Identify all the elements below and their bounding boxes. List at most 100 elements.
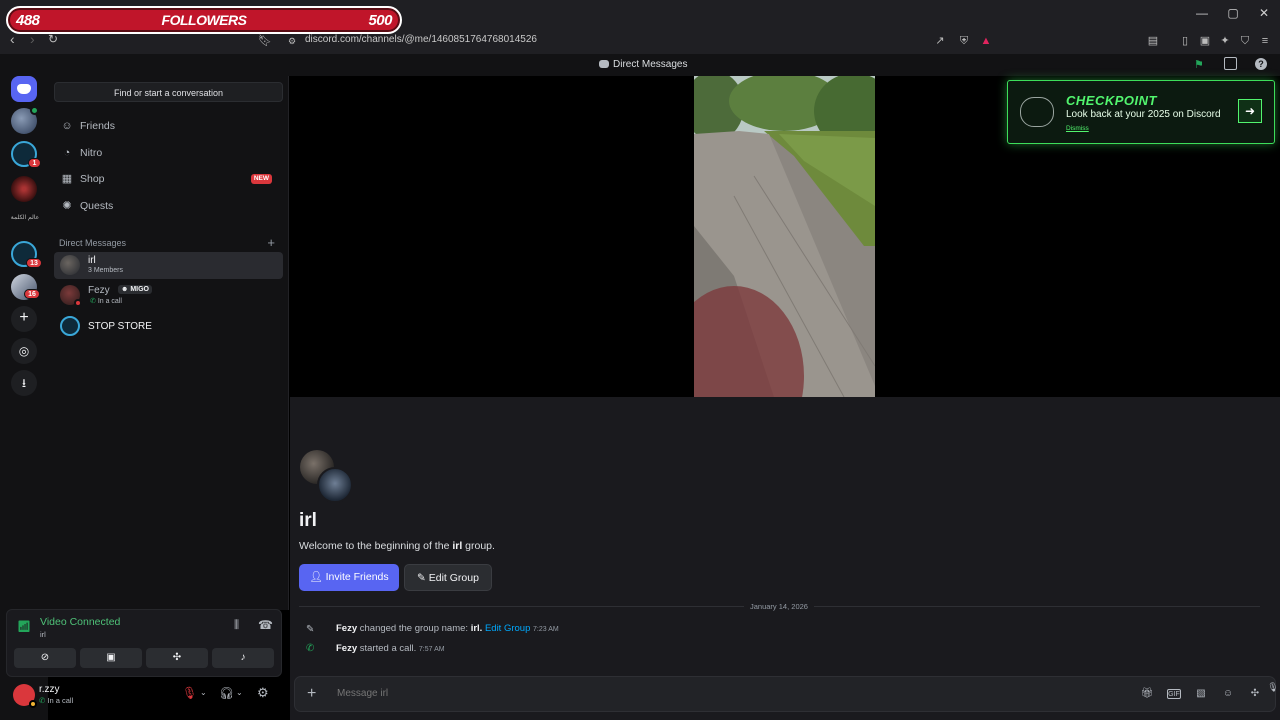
message-timestamp: 7:23 AM — [533, 626, 559, 633]
nitro-icon: ◔ — [63, 147, 71, 159]
add-user-icon: 👤︎ — [309, 571, 326, 583]
mic-icon[interactable]: 🎙︎ — [1266, 680, 1280, 694]
wallet-icon[interactable]: ▣ — [1197, 33, 1213, 49]
reload-icon[interactable]: ↻ — [48, 32, 58, 46]
server-icon-1[interactable] — [11, 106, 39, 134]
flag-icon[interactable]: ⚑ — [1194, 58, 1204, 71]
gift-icon[interactable]: 🎁︎ — [1140, 687, 1154, 701]
edit-group-link[interactable]: Edit Group — [485, 623, 530, 634]
reader-icon[interactable]: ▤ — [1145, 33, 1161, 49]
sidebar-icon[interactable]: ▯ — [1177, 33, 1193, 49]
quests-icon: ✺ — [62, 200, 72, 212]
screen-share-button[interactable]: ▣ — [80, 648, 142, 668]
app-titlebar: Direct Messages ⚑ ? — [0, 54, 1280, 76]
dm-header: Direct Messages — [59, 238, 127, 248]
soundboard-button[interactable]: ♪ — [212, 648, 274, 668]
server-icon-6[interactable]: 16 — [11, 274, 40, 300]
checkpoint-subtitle: Look back at your 2025 on Discord — [1066, 109, 1221, 120]
add-server-button[interactable]: + — [11, 306, 37, 332]
server-icon-2[interactable]: 1 — [11, 141, 41, 168]
video-frame-image — [694, 76, 875, 397]
server-badge: 13 — [26, 258, 42, 268]
share-icon[interactable]: ↗ — [932, 33, 948, 49]
inbox-icon[interactable] — [1224, 57, 1237, 70]
user-name[interactable]: r.zzy — [39, 684, 60, 695]
nav-quests[interactable]: ✺ Quests — [54, 195, 283, 217]
idle-status-icon — [29, 700, 37, 708]
dm-item-irl[interactable]: irl 3 Members — [54, 252, 283, 279]
apps-icon[interactable]: ✣ — [1248, 687, 1262, 701]
user-panel: r.zzy ✆ In a call 🎙︎ ⌄ 🎧︎ ⌄ ⚙ — [6, 680, 282, 714]
dm-item-fezy[interactable]: Fezy ☻ MIGO ✆ In a call — [54, 282, 283, 309]
voice-channel[interactable]: irl — [40, 630, 46, 639]
upload-plus-icon[interactable]: + — [307, 685, 316, 703]
close-window-button[interactable]: ✕ — [1249, 6, 1279, 20]
nav-shop[interactable]: ▦ Shop NEW — [54, 168, 283, 190]
invite-friends-button[interactable]: 👤︎ Invite Friends — [299, 564, 399, 591]
message-timestamp: 7:57 AM — [418, 646, 445, 653]
disconnect-icon[interactable]: ☎ — [258, 618, 273, 632]
download-icon[interactable]: ⭳ — [11, 370, 37, 396]
find-conversation-button[interactable]: Find or start a conversation — [54, 82, 283, 102]
rewards-icon[interactable]: ▲ — [978, 33, 994, 49]
edit-group-button[interactable]: ✎ Edit Group — [404, 564, 492, 591]
chevron-down-icon[interactable]: ⌄ — [236, 688, 243, 697]
server-icon-4[interactable]: عالم الكلمة — [10, 214, 40, 221]
system-message: Fezy started a call. 7:57 AM — [336, 643, 445, 654]
site-info-icon[interactable]: ⚙ — [284, 33, 300, 49]
mute-icon[interactable]: 🎙︎ — [182, 686, 197, 700]
noise-suppression-icon[interactable]: ⫼ — [234, 619, 239, 632]
nav-friends[interactable]: ☺ Friends — [54, 115, 283, 137]
activities-button[interactable]: ✣ — [146, 648, 208, 668]
forward-icon[interactable]: › — [30, 31, 35, 47]
video-stream[interactable] — [694, 76, 875, 397]
screen-share-icon: ▣ — [106, 652, 116, 663]
avatar[interactable] — [13, 684, 37, 708]
voice-status[interactable]: Video Connected — [40, 616, 120, 628]
server-icon-5[interactable]: 13 — [11, 241, 42, 268]
back-icon[interactable]: ‹ — [10, 31, 15, 47]
main-chat: CHECKPOINT Look back at your 2025 on Dis… — [290, 76, 1280, 720]
message-input[interactable] — [337, 688, 1117, 699]
url-bar: ‹ › ↻ 🔖︎ ⚙ discord.com/channels/@me/1460… — [0, 30, 1280, 52]
message-author[interactable]: Fezy — [336, 623, 357, 634]
nav-nitro[interactable]: ◔ Nitro — [54, 142, 283, 164]
headphones-icon[interactable]: 🎧︎ — [219, 686, 234, 700]
arrow-right-icon[interactable]: ➜ — [1238, 99, 1262, 123]
server-badge: 16 — [24, 289, 40, 299]
menu-icon[interactable]: ≡ — [1257, 33, 1273, 49]
followers-goal: 500 — [368, 11, 392, 29]
phone-icon: ✆ — [306, 643, 315, 654]
settings-gear-icon[interactable]: ⚙ — [257, 685, 269, 701]
minimize-button[interactable]: — — [1187, 6, 1217, 20]
discover-icon[interactable]: ◎ — [11, 338, 37, 364]
user-status: In a call — [47, 696, 74, 705]
emoji-icon[interactable]: ☺ — [1221, 687, 1235, 701]
shop-icon: ▦ — [61, 173, 73, 185]
message-author[interactable]: Fezy — [336, 643, 357, 654]
url-text[interactable]: discord.com/channels/@me/146085176476801… — [305, 34, 537, 45]
brave-shield-icon[interactable]: ⛨ — [956, 33, 972, 49]
vpn-icon[interactable]: ⛉ — [1237, 33, 1253, 49]
chevron-down-icon[interactable]: ⌄ — [200, 688, 207, 697]
maximize-button[interactable]: ▢ — [1218, 6, 1248, 20]
discord-logo-icon — [17, 84, 31, 94]
gif-icon[interactable]: GIF — [1167, 689, 1181, 699]
signal-icon[interactable]: 📶︎ — [17, 620, 31, 633]
camera-toggle-button[interactable]: ⊘ — [14, 648, 76, 668]
followers-current: 488 — [16, 11, 40, 29]
phone-icon: ✆ — [90, 298, 98, 305]
server-icon-3[interactable] — [11, 176, 37, 202]
leo-icon[interactable]: ✦ — [1217, 33, 1233, 49]
help-icon[interactable]: ? — [1255, 58, 1267, 70]
create-dm-icon[interactable]: + — [267, 235, 275, 250]
soundboard-icon: ♪ — [240, 652, 246, 663]
group-avatar-secondary — [317, 467, 353, 503]
home-button[interactable] — [11, 76, 37, 102]
bookmark-icon[interactable]: 🔖︎ — [257, 33, 273, 49]
titlebar-title: Direct Messages — [599, 59, 687, 70]
sticker-icon[interactable]: ▧ — [1194, 687, 1208, 701]
dm-item-stop-store[interactable]: STOP STORE — [54, 313, 283, 340]
dismiss-link[interactable]: Dismiss — [1066, 125, 1089, 132]
checkpoint-banner[interactable]: CHECKPOINT Look back at your 2025 on Dis… — [1007, 80, 1275, 144]
